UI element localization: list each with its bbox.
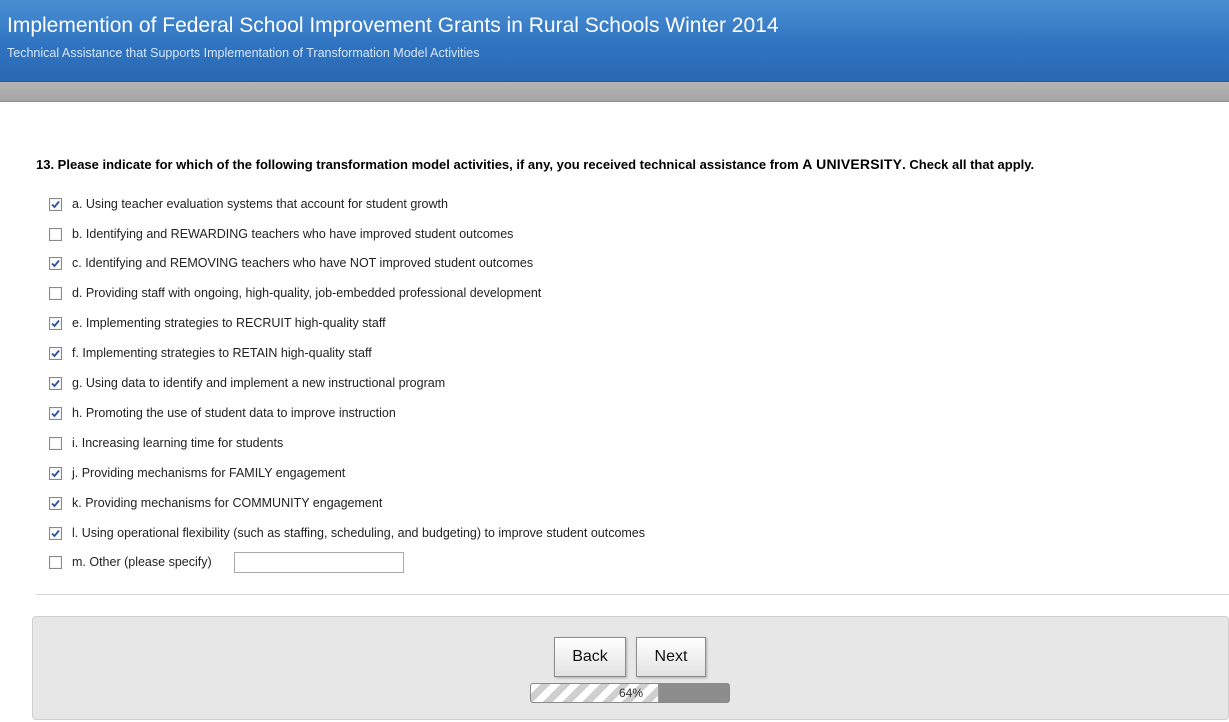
checkbox[interactable] (49, 286, 62, 300)
check-icon (51, 409, 60, 417)
navigation-footer: Back Next 64% (32, 616, 1229, 720)
option-d[interactable]: d. Providing staff with ongoing, high-qu… (49, 279, 541, 307)
option-label: h. Promoting the use of student data to … (72, 406, 396, 420)
header-divider-bar (0, 82, 1229, 102)
checkbox[interactable] (49, 256, 62, 270)
question-suffix: . Check all that apply. (902, 157, 1035, 172)
option-label: c. Identifying and REMOVING teachers who… (72, 256, 534, 270)
option-a[interactable]: a. Using teacher evaluation systems that… (49, 190, 448, 218)
checkbox[interactable] (49, 227, 62, 241)
question-text: 13. Please indicate for which of the fol… (36, 156, 1034, 172)
option-i[interactable]: i. Increasing learning time for students (49, 429, 283, 457)
checkbox[interactable] (49, 496, 62, 510)
option-label: m. Other (please specify) (72, 555, 212, 569)
check-icon (51, 379, 60, 387)
check-icon (51, 319, 60, 327)
option-label: f. Implementing strategies to RETAIN hig… (72, 346, 372, 360)
other-specify-input[interactable] (233, 551, 404, 573)
option-f[interactable]: f. Implementing strategies to RETAIN hig… (49, 339, 372, 367)
option-c[interactable]: c. Identifying and REMOVING teachers who… (49, 249, 533, 277)
checkbox[interactable] (49, 197, 62, 211)
option-label: j. Providing mechanisms for FAMILY engag… (72, 466, 346, 480)
option-label: d. Providing staff with ongoing, high-qu… (72, 286, 542, 300)
check-icon (51, 200, 60, 208)
check-icon (51, 469, 60, 477)
back-button[interactable]: Back (554, 637, 626, 677)
checkbox[interactable] (49, 526, 62, 540)
survey-title: Implemention of Federal School Improveme… (7, 14, 779, 37)
next-button[interactable]: Next (636, 637, 706, 677)
question-emphasis: A UNIVERSITY (802, 156, 903, 172)
progress-bar: 64% (530, 683, 730, 703)
checkbox[interactable] (49, 346, 62, 360)
check-icon (51, 499, 60, 507)
option-k[interactable]: k. Providing mechanisms for COMMUNITY en… (49, 489, 382, 517)
check-icon (51, 529, 60, 537)
option-g[interactable]: g. Using data to identify and implement … (49, 369, 445, 397)
option-label: e. Implementing strategies to RECRUIT hi… (72, 316, 386, 330)
option-e[interactable]: e. Implementing strategies to RECRUIT hi… (49, 309, 386, 337)
survey-subtitle: Technical Assistance that Supports Imple… (7, 46, 480, 60)
option-label: i. Increasing learning time for students (72, 436, 284, 450)
checkbox[interactable] (49, 436, 62, 450)
option-m[interactable]: m. Other (please specify) (49, 548, 404, 576)
checkbox[interactable] (49, 376, 62, 390)
progress-label: 64% (618, 686, 644, 700)
checkbox[interactable] (49, 406, 62, 420)
content-divider (36, 594, 1229, 595)
option-l[interactable]: l. Using operational flexibility (such a… (49, 519, 645, 547)
checkbox[interactable] (49, 466, 62, 480)
check-icon (51, 349, 60, 357)
checkbox[interactable] (49, 316, 62, 330)
option-b[interactable]: b. Identifying and REWARDING teachers wh… (49, 220, 513, 248)
option-j[interactable]: j. Providing mechanisms for FAMILY engag… (49, 459, 345, 487)
option-label: k. Providing mechanisms for COMMUNITY en… (72, 496, 383, 510)
question-prefix: 13. Please indicate for which of the fol… (36, 157, 803, 172)
option-h[interactable]: h. Promoting the use of student data to … (49, 399, 396, 427)
survey-header: Implemention of Federal School Improveme… (0, 0, 1229, 82)
option-label: l. Using operational flexibility (such a… (72, 526, 646, 540)
checkbox[interactable] (49, 555, 62, 569)
check-icon (51, 259, 60, 267)
option-label: a. Using teacher evaluation systems that… (72, 197, 448, 211)
option-label: g. Using data to identify and implement … (72, 376, 446, 390)
option-label: b. Identifying and REWARDING teachers wh… (72, 227, 514, 241)
